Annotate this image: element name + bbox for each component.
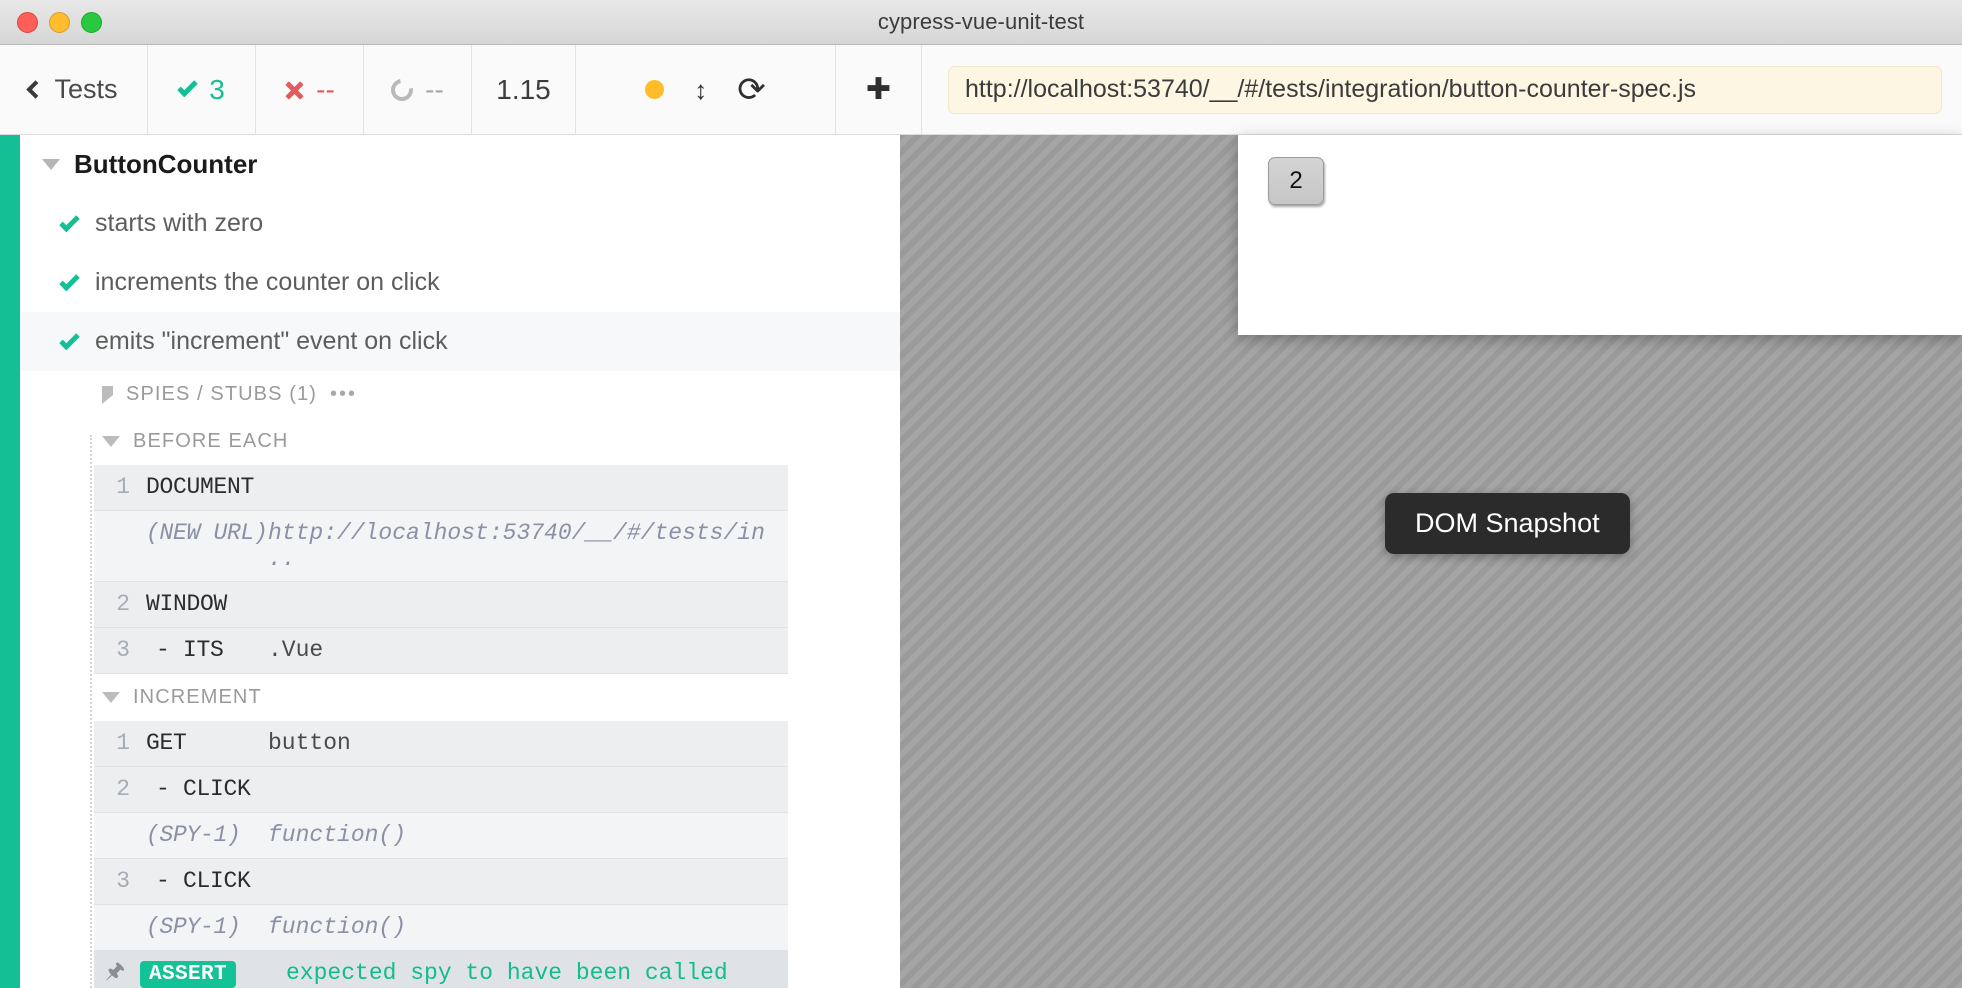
runner-body: ButtonCounter starts with zero increment…: [0, 135, 1962, 988]
back-to-tests-button[interactable]: Tests: [0, 45, 148, 134]
up-down-arrow-icon[interactable]: ↕: [694, 77, 707, 103]
ring-icon: [386, 74, 418, 105]
hook-header-increment[interactable]: INCREMENT: [20, 674, 900, 721]
cypress-test-runner-window: cypress-vue-unit-test Tests 3 -- -- 1.15…: [0, 0, 1962, 988]
runner-toolbar: Tests 3 -- -- 1.15 ↕ ⟳ ✚ http://localhos…: [0, 45, 1962, 135]
reload-icon[interactable]: ⟳: [737, 73, 766, 107]
command-number: 2: [116, 591, 130, 617]
chevron-right-icon: [102, 385, 113, 404]
spies-stubs-more-icon[interactable]: •••: [330, 383, 357, 406]
command-name: DOCUMENT: [146, 474, 255, 500]
assertion-row[interactable]: 🖈 ASSERT expected spy to have been calle…: [94, 951, 788, 988]
test-item-emits-increment[interactable]: emits "increment" event on click: [20, 312, 900, 371]
check-icon: [59, 329, 80, 350]
window-titlebar: cypress-vue-unit-test: [0, 0, 1962, 45]
command-row[interactable]: 3 - ITS .Vue: [94, 628, 788, 674]
hook-header-before-each[interactable]: BEFORE EACH: [20, 418, 900, 465]
test-item-starts-with-zero[interactable]: starts with zero: [20, 194, 900, 253]
command-number: 3: [116, 637, 130, 663]
counter-button[interactable]: 2: [1268, 157, 1324, 205]
assert-badge-wrap: ASSERT: [136, 960, 286, 988]
run-status-stripe: [0, 135, 20, 988]
suite-buttoncounter[interactable]: ButtonCounter: [20, 135, 900, 194]
url-bar: http://localhost:53740/__/#/tests/integr…: [922, 45, 1962, 134]
command-name: - CLICK: [156, 868, 251, 894]
check-icon: [59, 270, 80, 291]
command-name: - ITS: [156, 637, 224, 663]
command-group-before-each: 1 DOCUMENT (NEW URL) http://localhost:53…: [94, 465, 788, 674]
url-input[interactable]: http://localhost:53740/__/#/tests/integr…: [948, 65, 1942, 114]
command-name: GET: [146, 730, 187, 756]
chevron-left-icon: [26, 80, 46, 99]
command-row[interactable]: (SPY-1) function(): [94, 905, 788, 951]
dom-snapshot-badge[interactable]: DOM Snapshot: [1385, 493, 1630, 554]
stat-passed[interactable]: 3: [148, 45, 256, 134]
selector-playground-icon[interactable]: ✚: [836, 45, 922, 134]
reporter-content: ButtonCounter starts with zero increment…: [20, 135, 900, 988]
stat-pending-value: --: [425, 73, 444, 105]
command-number: 3: [116, 868, 130, 894]
command-row[interactable]: 2 WINDOW: [94, 582, 788, 628]
command-row[interactable]: (SPY-1) function(): [94, 813, 788, 859]
command-name: (NEW URL): [146, 520, 268, 546]
command-argument: http://localhost:53740/__/#/tests/in..: [268, 520, 765, 572]
application-under-test-frame: 2: [1238, 135, 1962, 335]
check-icon: [59, 211, 80, 232]
app-preview-pane: 2 DOM Snapshot: [900, 135, 1962, 988]
test-item-increments-counter[interactable]: increments the counter on click: [20, 253, 900, 312]
command-number: 2: [116, 776, 130, 802]
x-icon: [284, 80, 304, 100]
hook-label: BEFORE EACH: [133, 430, 289, 452]
stat-pending[interactable]: --: [364, 45, 472, 134]
indent-guide-line: [90, 435, 92, 988]
command-name: WINDOW: [146, 591, 228, 617]
check-icon: [177, 76, 198, 97]
assertion-message: expected spy to have been called exactly…: [286, 960, 728, 988]
hook-label: INCREMENT: [133, 686, 262, 708]
command-row[interactable]: 3 - CLICK: [94, 859, 788, 905]
status-badge: ASSERT: [140, 961, 237, 988]
command-row[interactable]: 1 GET button: [94, 721, 788, 767]
command-name: (SPY-1): [146, 822, 241, 848]
command-name: (SPY-1): [146, 914, 241, 940]
command-number: 1: [116, 474, 130, 500]
test-label: starts with zero: [95, 209, 264, 237]
pin-icon[interactable]: 🖈: [94, 960, 136, 986]
stat-failed-value: --: [316, 73, 335, 105]
chevron-down-icon: [102, 436, 120, 447]
chevron-down-icon: [42, 159, 60, 170]
amber-dot-icon: [645, 80, 665, 99]
test-label: increments the counter on click: [95, 268, 440, 296]
stat-passed-value: 3: [209, 73, 225, 105]
command-number: 1: [116, 730, 130, 756]
runner-controls: ↕ ⟳: [576, 45, 836, 134]
command-row[interactable]: 2 - CLICK: [94, 767, 788, 813]
stat-failed[interactable]: --: [256, 45, 364, 134]
test-label: emits "increment" event on click: [95, 327, 448, 355]
back-to-tests-label: Tests: [54, 74, 118, 104]
command-argument: .Vue: [268, 637, 324, 663]
spies-stubs-header[interactable]: SPIES / STUBS (1) •••: [20, 371, 900, 418]
command-group-increment: 1 GET button 2 - CLICK (SPY-1) function(…: [94, 721, 788, 988]
command-argument: function(): [268, 914, 407, 940]
run-duration: 1.15: [472, 45, 576, 134]
window-title: cypress-vue-unit-test: [877, 9, 1085, 34]
command-argument: function(): [268, 822, 407, 848]
command-argument: button: [268, 730, 351, 756]
suite-label: ButtonCounter: [74, 149, 258, 179]
command-reporter: ButtonCounter starts with zero increment…: [0, 135, 900, 988]
chevron-down-icon: [102, 692, 120, 703]
command-row[interactable]: (NEW URL) http://localhost:53740/__/#/te…: [94, 511, 788, 582]
spies-stubs-label: SPIES / STUBS (1): [126, 383, 317, 405]
command-row[interactable]: 1 DOCUMENT: [94, 465, 788, 511]
command-name: - CLICK: [156, 776, 251, 802]
run-duration-value: 1.15: [496, 73, 551, 105]
